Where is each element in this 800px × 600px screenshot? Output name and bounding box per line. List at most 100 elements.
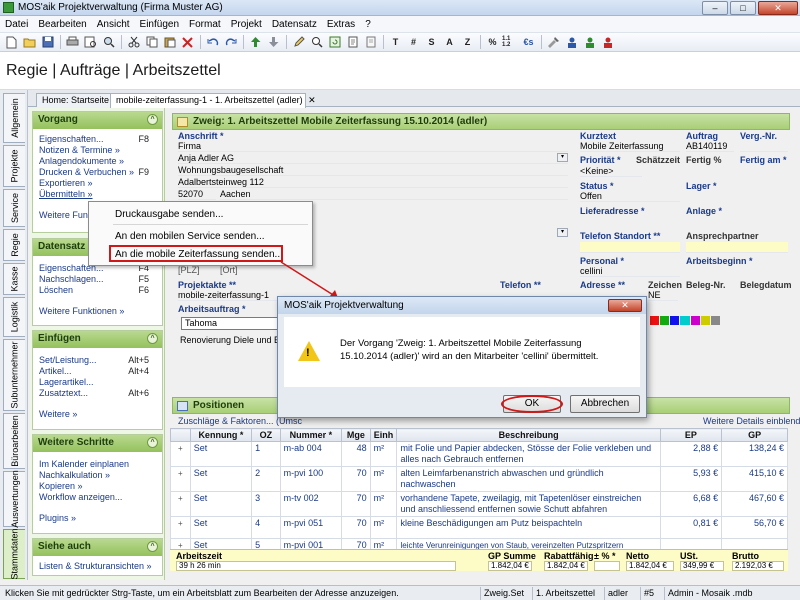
expand-row-icon[interactable]: + <box>170 516 191 539</box>
down-icon[interactable] <box>265 35 282 50</box>
cell-beschreibung[interactable]: kleine Beschädigungen am Putz beispachte… <box>396 516 661 539</box>
prozent-field[interactable] <box>594 561 620 571</box>
cell-oz[interactable]: 2 <box>251 466 281 492</box>
paste-doc-icon[interactable] <box>362 35 379 50</box>
col-ep[interactable]: EP <box>659 428 723 442</box>
menu-druckausgabe-senden[interactable]: Druckausgabe senden... <box>115 209 223 220</box>
save-icon[interactable] <box>39 35 56 50</box>
search-icon[interactable] <box>308 35 325 50</box>
prioritaet-field[interactable]: <Keine> <box>580 166 642 177</box>
plz-field[interactable]: 52070 <box>178 189 216 200</box>
menu-bearbeiten[interactable]: Bearbeiten <box>33 19 91 30</box>
collapse-icon[interactable]: ^ <box>147 541 158 552</box>
cell-gp[interactable]: 56,70 € <box>721 516 788 539</box>
menu-ansicht[interactable]: Ansicht <box>92 19 135 30</box>
print-icon[interactable] <box>64 35 81 50</box>
link-kopieren[interactable]: Kopieren » <box>33 481 162 492</box>
cell-nummer[interactable]: m-pvi 100 <box>279 466 343 492</box>
cell-beschreibung[interactable]: vorhandene Tapete, zweilagig, mit Tapete… <box>396 491 661 517</box>
anschrift-line-2[interactable]: Anja Adler AG <box>178 153 568 164</box>
menu-mobiler-service-senden[interactable]: An den mobilen Service senden... <box>115 231 265 242</box>
section-siehe-auch-header[interactable]: Siehe auch ^ <box>33 539 162 556</box>
cell-ep[interactable]: 5,93 € <box>659 466 723 492</box>
link-lagerartikel[interactable]: Lagerartikel... <box>33 377 162 388</box>
collapse-icon[interactable]: ^ <box>147 437 158 448</box>
section-einfuegen-header[interactable]: Einfügen ^ <box>33 331 162 348</box>
cell-ep[interactable]: 2,88 € <box>659 441 723 467</box>
col-nummer[interactable]: Nummer * <box>279 428 343 442</box>
menu-format[interactable]: Format <box>184 19 226 30</box>
vtab-subunternehmer[interactable]: Subunternehmer <box>3 339 25 411</box>
link-set-leistung[interactable]: Set/Leistung... Alt+5 <box>33 355 162 366</box>
address-dropdown-icon[interactable]: ▾ <box>557 228 568 237</box>
col-beschreibung[interactable]: Beschreibung <box>396 428 661 442</box>
link-eigenschaften[interactable]: Eigenschaften... F8 <box>33 134 162 145</box>
cell-mge[interactable]: 70 <box>341 516 371 539</box>
menu-datei[interactable]: Datei <box>0 19 33 30</box>
cell-beschreibung[interactable]: mit Folie und Papier abdecken, Stösse de… <box>396 441 661 467</box>
vtab-kasse[interactable]: Kasse <box>3 263 25 295</box>
cell-oz[interactable]: 4 <box>251 516 281 539</box>
edit-icon[interactable] <box>290 35 307 50</box>
cell-nummer[interactable]: m-ab 004 <box>279 441 343 467</box>
user-red-icon[interactable] <box>599 35 616 50</box>
tab-arbeitszettel[interactable]: mobile-zeiterfassung-1 - 1. Arbeitszette… <box>110 93 316 108</box>
text-button-z[interactable]: Z <box>459 35 476 50</box>
vtab-bueroarbeiten[interactable]: Büroarbeiten <box>3 413 25 469</box>
verg-nr-field[interactable] <box>740 141 788 152</box>
table-row[interactable]: + Set 2 m-pvi 100 70 m² alten Leimfarben… <box>170 466 788 492</box>
cell-einh[interactable]: m² <box>369 441 398 467</box>
cell-einh[interactable]: m² <box>369 491 398 517</box>
vtab-regie[interactable]: Regie <box>3 229 25 261</box>
link-anlagendokumente[interactable]: Anlagendokumente » <box>33 156 162 167</box>
up-icon[interactable] <box>247 35 264 50</box>
user-green-icon[interactable] <box>581 35 598 50</box>
zeichen-field[interactable]: NE <box>648 290 678 301</box>
ort-field[interactable]: Aachen <box>220 189 568 200</box>
edit-address-icon[interactable]: ▾ <box>557 153 568 162</box>
cell-mge[interactable]: 70 <box>341 491 371 517</box>
col-gp[interactable]: GP <box>721 428 788 442</box>
cell-ep[interactable]: 0,81 € <box>659 516 723 539</box>
currency-button[interactable]: €s <box>520 35 537 50</box>
cell-einh[interactable]: m² <box>369 466 398 492</box>
text-button-a[interactable]: A <box>441 35 458 50</box>
preview-icon[interactable] <box>100 35 117 50</box>
auftrag-field[interactable]: AB140119 <box>686 141 734 152</box>
undo-icon[interactable] <box>204 35 221 50</box>
cell-kennung[interactable]: Set <box>189 441 253 467</box>
cell-nummer[interactable]: m-pvi 051 <box>279 516 343 539</box>
cell-kennung[interactable]: Set <box>189 516 253 539</box>
expand-row-icon[interactable]: + <box>170 466 191 492</box>
vtab-logistik[interactable]: Logistik <box>3 297 25 337</box>
link-listen-strukturansichten[interactable]: Listen & Strukturansichten » <box>33 561 162 572</box>
vtab-allgemein[interactable]: Allgemein <box>3 93 25 143</box>
print-preview-icon[interactable] <box>82 35 99 50</box>
link-nachkalkulation[interactable]: Nachkalkulation » <box>33 470 162 481</box>
delete-icon[interactable] <box>179 35 196 50</box>
cell-mge[interactable]: 48 <box>341 441 371 467</box>
link-weitere[interactable]: Weitere » <box>33 409 162 420</box>
menu-extras[interactable]: Extras <box>322 19 360 30</box>
tab-startseite[interactable]: Home: Startseite <box>36 93 116 107</box>
color-palette[interactable] <box>650 316 720 325</box>
link-artikel[interactable]: Artikel... Alt+4 <box>33 366 162 377</box>
vtab-service[interactable]: Service <box>3 189 25 227</box>
link-drucken-verbuchen[interactable]: Drucken & Verbuchen » F9 <box>33 167 162 178</box>
status-field[interactable]: Offen <box>580 191 680 202</box>
abbrechen-button[interactable]: Abbrechen <box>570 395 640 413</box>
cell-ep[interactable]: 6,68 € <box>659 491 723 517</box>
link-nachschlagen[interactable]: Nachschlagen... F5 <box>33 274 162 285</box>
cell-oz[interactable]: 1 <box>251 441 281 467</box>
menu-help[interactable]: ? <box>360 19 376 30</box>
personal-field[interactable]: cellini <box>580 266 680 277</box>
vtab-auswertungen[interactable]: Auswertungen <box>3 470 25 528</box>
weitere-details-link[interactable]: Weitere Details einblenden <box>703 416 800 426</box>
table-row[interactable]: + Set 4 m-pvi 051 70 m² kleine Beschädig… <box>170 516 788 539</box>
tab-close-icon[interactable]: ✕ <box>308 95 316 105</box>
cell-kennung[interactable]: Set <box>189 491 253 517</box>
paste-icon[interactable] <box>161 35 178 50</box>
section-weitere-schritte-header[interactable]: Weitere Schritte ^ <box>33 435 162 452</box>
dialog-close-button[interactable]: ✕ <box>608 299 642 312</box>
maximize-button[interactable]: □ <box>730 0 756 15</box>
